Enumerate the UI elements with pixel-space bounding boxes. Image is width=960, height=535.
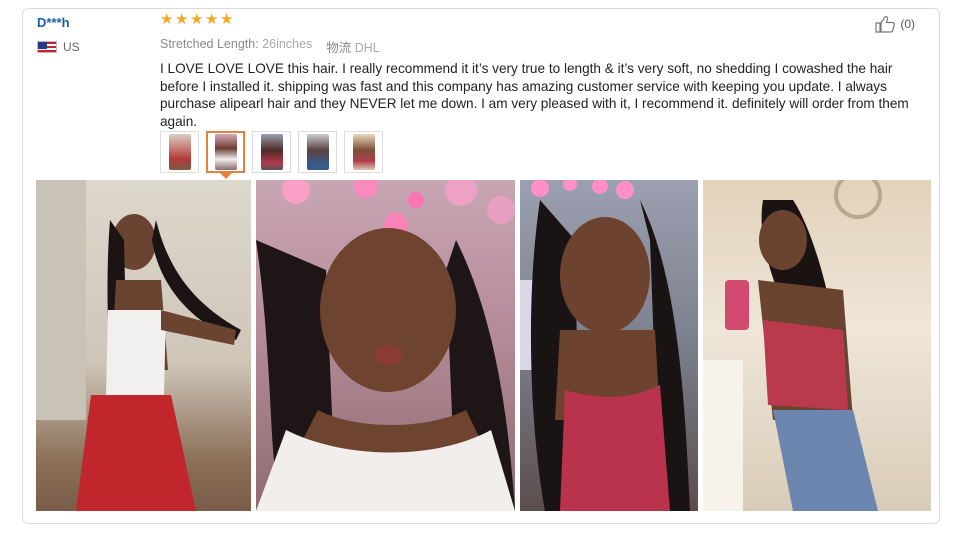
shipping-label: 物流 <box>326 41 352 55</box>
thumbnail-3[interactable] <box>252 131 291 173</box>
review-photo-3[interactable] <box>520 180 698 511</box>
thumbnail-strip <box>160 131 383 173</box>
review-body: ★ ★ ★ ★ ★ Stretched Length: 26inches 物流 … <box>160 11 930 130</box>
reviewer-info: D***h US <box>37 15 147 54</box>
thumbs-up-icon <box>875 16 896 33</box>
star-rating: ★ ★ ★ ★ ★ <box>160 11 930 29</box>
us-flag-icon <box>37 41 57 53</box>
country-label: US <box>63 40 80 54</box>
thumbnail-5[interactable] <box>344 131 383 173</box>
helpful-button[interactable]: (0) <box>875 15 915 33</box>
review-photo-4[interactable] <box>703 180 931 511</box>
review-card: D***h US ★ ★ ★ ★ ★ Stretched Length: 26i… <box>22 8 940 524</box>
thumbnail-1[interactable] <box>160 131 199 173</box>
reviewer-country: US <box>37 40 147 54</box>
star-icon: ★ <box>175 11 189 28</box>
star-icon: ★ <box>190 11 204 28</box>
helpful-count: (0) <box>900 17 915 31</box>
review-photos <box>36 180 931 511</box>
star-icon: ★ <box>220 11 234 28</box>
thumbnail-2[interactable] <box>206 131 245 173</box>
reviewer-name: D***h <box>37 15 70 30</box>
stretched-length-label: Stretched Length: <box>160 37 259 51</box>
review-photo-2[interactable] <box>256 180 515 511</box>
stretched-length-value: 26inches <box>262 37 313 51</box>
review-text: I LOVE LOVE LOVE this hair. I really rec… <box>160 61 909 129</box>
review-photo-1[interactable] <box>36 180 251 511</box>
thumbnail-4[interactable] <box>298 131 337 173</box>
star-icon: ★ <box>160 11 174 28</box>
star-icon: ★ <box>205 11 219 28</box>
review-attributes: Stretched Length: 26inches 物流 DHL <box>160 37 930 56</box>
shipping-value: DHL <box>354 41 380 55</box>
